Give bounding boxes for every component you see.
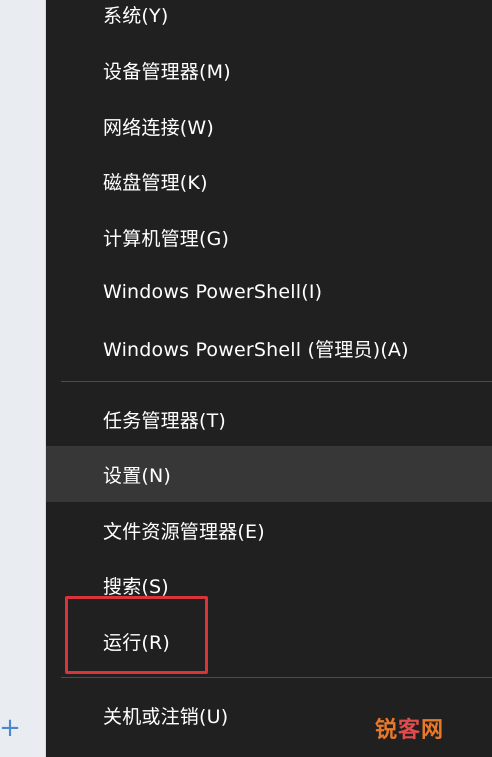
- menu-item-disk-management[interactable]: 磁盘管理(K): [46, 153, 492, 209]
- menu-separator: [61, 677, 492, 678]
- menu-item-device-manager[interactable]: 设备管理器(M): [46, 42, 492, 98]
- menu-item-file-explorer[interactable]: 文件资源管理器(E): [46, 502, 492, 558]
- menu-item-system[interactable]: 系统(Y): [46, 0, 492, 42]
- annotation-highlight-box: [65, 596, 208, 674]
- menu-item-powershell[interactable]: Windows PowerShell(I): [46, 264, 492, 320]
- watermark-char: 锐: [374, 718, 398, 743]
- screen: + 系统(Y) 设备管理器(M) 网络连接(W) 磁盘管理(K) 计算机管理(G…: [0, 0, 492, 757]
- menu-item-settings[interactable]: 设置(N): [46, 446, 492, 502]
- menu-item-task-manager[interactable]: 任务管理器(T): [46, 391, 492, 447]
- watermark-logo: 锐客网: [375, 712, 444, 744]
- menu-item-computer-management[interactable]: 计算机管理(G): [46, 209, 492, 265]
- menu-separator: [61, 381, 492, 382]
- background-window-edge: +: [0, 0, 46, 757]
- watermark-char: 网: [420, 718, 444, 743]
- menu-item-powershell-admin[interactable]: Windows PowerShell (管理员)(A): [46, 320, 492, 376]
- menu-item-network-connections[interactable]: 网络连接(W): [46, 98, 492, 154]
- plus-icon[interactable]: +: [0, 715, 21, 741]
- watermark-char: 客: [397, 718, 421, 743]
